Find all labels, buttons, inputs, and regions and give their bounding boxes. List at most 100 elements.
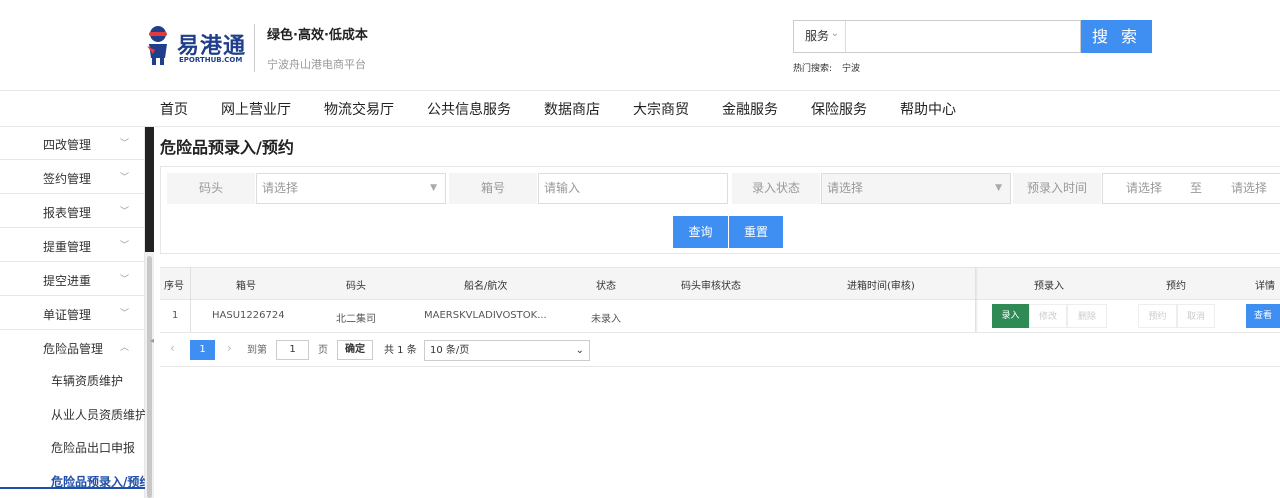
filter-time-separator: 至 bbox=[1190, 181, 1203, 195]
hot-search-link[interactable]: 宁波 bbox=[842, 64, 860, 74]
collapse-arrow-icon[interactable]: ◂ bbox=[150, 336, 158, 350]
logo-subtext: EPORTHUB.COM bbox=[179, 56, 243, 64]
sidebar-subitem-personnel[interactable]: 从业人员资质维护 bbox=[51, 406, 147, 423]
pagination-divider bbox=[160, 366, 1280, 367]
sidebar-item-documents[interactable]: 单证管理 ﹀ bbox=[0, 297, 145, 330]
query-button[interactable]: 查询 bbox=[673, 216, 728, 248]
nav-item-public-info[interactable]: 公共信息服务 bbox=[427, 99, 511, 119]
pagination-goto-label: 到第 bbox=[247, 345, 267, 356]
nav-divider-top bbox=[0, 90, 1280, 91]
sidebar-item-pickup-full[interactable]: 提重管理 ﹀ bbox=[0, 229, 145, 262]
sidebar-subitem-vehicle[interactable]: 车辆资质维护 bbox=[51, 372, 123, 389]
sidebar-item-label: 四改管理 bbox=[43, 138, 92, 152]
chevron-down-icon: ﹀ bbox=[120, 207, 130, 217]
nav-item-data-store[interactable]: 数据商店 bbox=[544, 99, 600, 119]
search-type-select[interactable]: 服务 ⌄ bbox=[794, 21, 846, 52]
sidebar-subitem-export-declaration[interactable]: 危险品出口申报 bbox=[51, 439, 135, 456]
filter-time-start[interactable]: 请选择 bbox=[1126, 174, 1162, 203]
nav-item-commodity[interactable]: 大宗商贸 bbox=[633, 99, 689, 119]
sub-slogan: 宁波舟山港电商平台 bbox=[267, 58, 366, 71]
chevron-down-icon: ⌄ bbox=[830, 28, 839, 39]
table-row-divider bbox=[160, 332, 1280, 333]
sidebar: 四改管理 ﹀ 签约管理 ﹀ 报表管理 ﹀ 提重管理 ﹀ 提空进重 ﹀ 单证管理 … bbox=[0, 127, 151, 498]
td-status: 未录入 bbox=[591, 314, 621, 325]
filter-container-input[interactable]: 请输入 bbox=[538, 173, 728, 204]
nav-item-logistics[interactable]: 物流交易厅 bbox=[324, 99, 394, 119]
filter-container-placeholder: 请输入 bbox=[544, 181, 581, 195]
dropdown-arrow-icon: ▼ bbox=[430, 183, 437, 193]
th-container: 箱号 bbox=[236, 281, 256, 292]
sidebar-item-empty-full[interactable]: 提空进重 ﹀ bbox=[0, 263, 145, 296]
dropdown-arrow-icon: ▼ bbox=[995, 183, 1002, 193]
chevron-down-icon: ﹀ bbox=[120, 241, 130, 251]
main-nav: 首页 网上营业厅 物流交易厅 公共信息服务 数据商店 大宗商贸 金融服务 保险服… bbox=[160, 99, 989, 119]
td-container: HASU1226724 bbox=[212, 310, 285, 321]
sidebar-item-reports[interactable]: 报表管理 ﹀ bbox=[0, 195, 145, 228]
pagination-page-input[interactable]: 1 bbox=[276, 340, 309, 360]
sidebar-item-label: 提重管理 bbox=[43, 240, 92, 254]
nav-item-insurance[interactable]: 保险服务 bbox=[811, 99, 867, 119]
logo-icon bbox=[147, 26, 167, 65]
sidebar-item-label: 单证管理 bbox=[43, 308, 92, 322]
filter-status-select[interactable]: 请选择 ▼ bbox=[821, 173, 1011, 204]
sidebar-item-dangerous-goods[interactable]: 危险品管理 ︿ bbox=[0, 331, 145, 364]
chevron-down-icon: ﹀ bbox=[120, 173, 130, 183]
search-button[interactable]: 搜 索 bbox=[1081, 20, 1152, 53]
book-button[interactable]: 预约 bbox=[1138, 304, 1177, 328]
th-seq: 序号 bbox=[164, 281, 184, 292]
th-audit: 码头审核状态 bbox=[681, 281, 741, 292]
hot-search: 热门搜索: 宁波 bbox=[793, 61, 860, 74]
page-root: 易港通 EPORTHUB.COM 绿色·高效·低成本 宁波舟山港电商平台 服务 … bbox=[0, 0, 1280, 498]
search-input[interactable] bbox=[847, 21, 1080, 52]
sidebar-item-contract[interactable]: 签约管理 ﹀ bbox=[0, 161, 145, 194]
filter-time-label: 预录入时间 bbox=[1013, 173, 1101, 204]
pagination-total: 共 1 条 bbox=[384, 345, 417, 356]
cancel-button[interactable]: 取消 bbox=[1177, 304, 1215, 328]
td-seq: 1 bbox=[172, 310, 179, 321]
filter-terminal-placeholder: 请选择 bbox=[262, 181, 299, 195]
chevron-down-icon: ﹀ bbox=[120, 275, 130, 285]
td-terminal: 北二集司 bbox=[336, 314, 376, 325]
delete-button[interactable]: 删除 bbox=[1067, 304, 1107, 328]
chevron-down-icon: ﹀ bbox=[120, 139, 130, 149]
th-detail: 详情 bbox=[1255, 281, 1275, 292]
filter-time-range[interactable]: 请选择 至 请选择 bbox=[1102, 173, 1280, 204]
enter-button[interactable]: 录入 bbox=[992, 304, 1029, 328]
th-pre-entry: 预录入 bbox=[1034, 281, 1064, 292]
chevron-down-icon: ﹀ bbox=[120, 309, 130, 319]
sidebar-item-label: 危险品管理 bbox=[43, 342, 104, 356]
nav-item-home[interactable]: 首页 bbox=[160, 99, 188, 119]
pagination-confirm-button[interactable]: 确定 bbox=[337, 340, 373, 360]
filter-terminal-label: 码头 bbox=[167, 173, 255, 204]
column-separator bbox=[190, 267, 191, 333]
pagination-page-unit: 页 bbox=[318, 345, 328, 356]
sidebar-scrollbar-lower[interactable] bbox=[147, 256, 152, 498]
th-vessel: 船名/航次 bbox=[464, 281, 508, 292]
sidebar-item-reform[interactable]: 四改管理 ﹀ bbox=[0, 127, 145, 160]
sidebar-scrollbar-thumb[interactable] bbox=[145, 127, 154, 252]
th-status: 状态 bbox=[596, 281, 616, 292]
sidebar-item-label: 签约管理 bbox=[43, 172, 92, 186]
pagination-next-icon[interactable]: › bbox=[227, 341, 232, 355]
slogan: 绿色·高效·低成本 bbox=[267, 28, 368, 43]
search-box: 服务 ⌄ bbox=[793, 20, 1081, 53]
pagination-current-page[interactable]: 1 bbox=[190, 340, 215, 360]
search-type-label: 服务 bbox=[805, 29, 830, 43]
reset-button[interactable]: 重置 bbox=[729, 216, 783, 248]
chevron-up-icon: ︿ bbox=[120, 343, 130, 353]
sidebar-active-indicator bbox=[0, 487, 145, 489]
nav-item-finance[interactable]: 金融服务 bbox=[722, 99, 778, 119]
filter-time-end[interactable]: 请选择 bbox=[1231, 174, 1267, 203]
modify-button[interactable]: 修改 bbox=[1029, 304, 1067, 328]
pagination-size-select[interactable]: 10 条/页 ⌄ bbox=[424, 340, 590, 361]
nav-item-online-hall[interactable]: 网上营业厅 bbox=[221, 99, 291, 119]
filter-status-placeholder: 请选择 bbox=[827, 181, 864, 195]
nav-item-help[interactable]: 帮助中心 bbox=[900, 99, 956, 119]
chevron-down-icon: ⌄ bbox=[575, 345, 584, 356]
sidebar-item-label: 提空进重 bbox=[43, 274, 92, 288]
view-button[interactable]: 查看 bbox=[1246, 304, 1280, 328]
filter-terminal-select[interactable]: 请选择 ▼ bbox=[256, 173, 446, 204]
pagination-prev-icon[interactable]: ‹ bbox=[170, 341, 175, 355]
filter-status-label: 录入状态 bbox=[732, 173, 820, 204]
hot-search-label: 热门搜索: bbox=[793, 64, 833, 74]
